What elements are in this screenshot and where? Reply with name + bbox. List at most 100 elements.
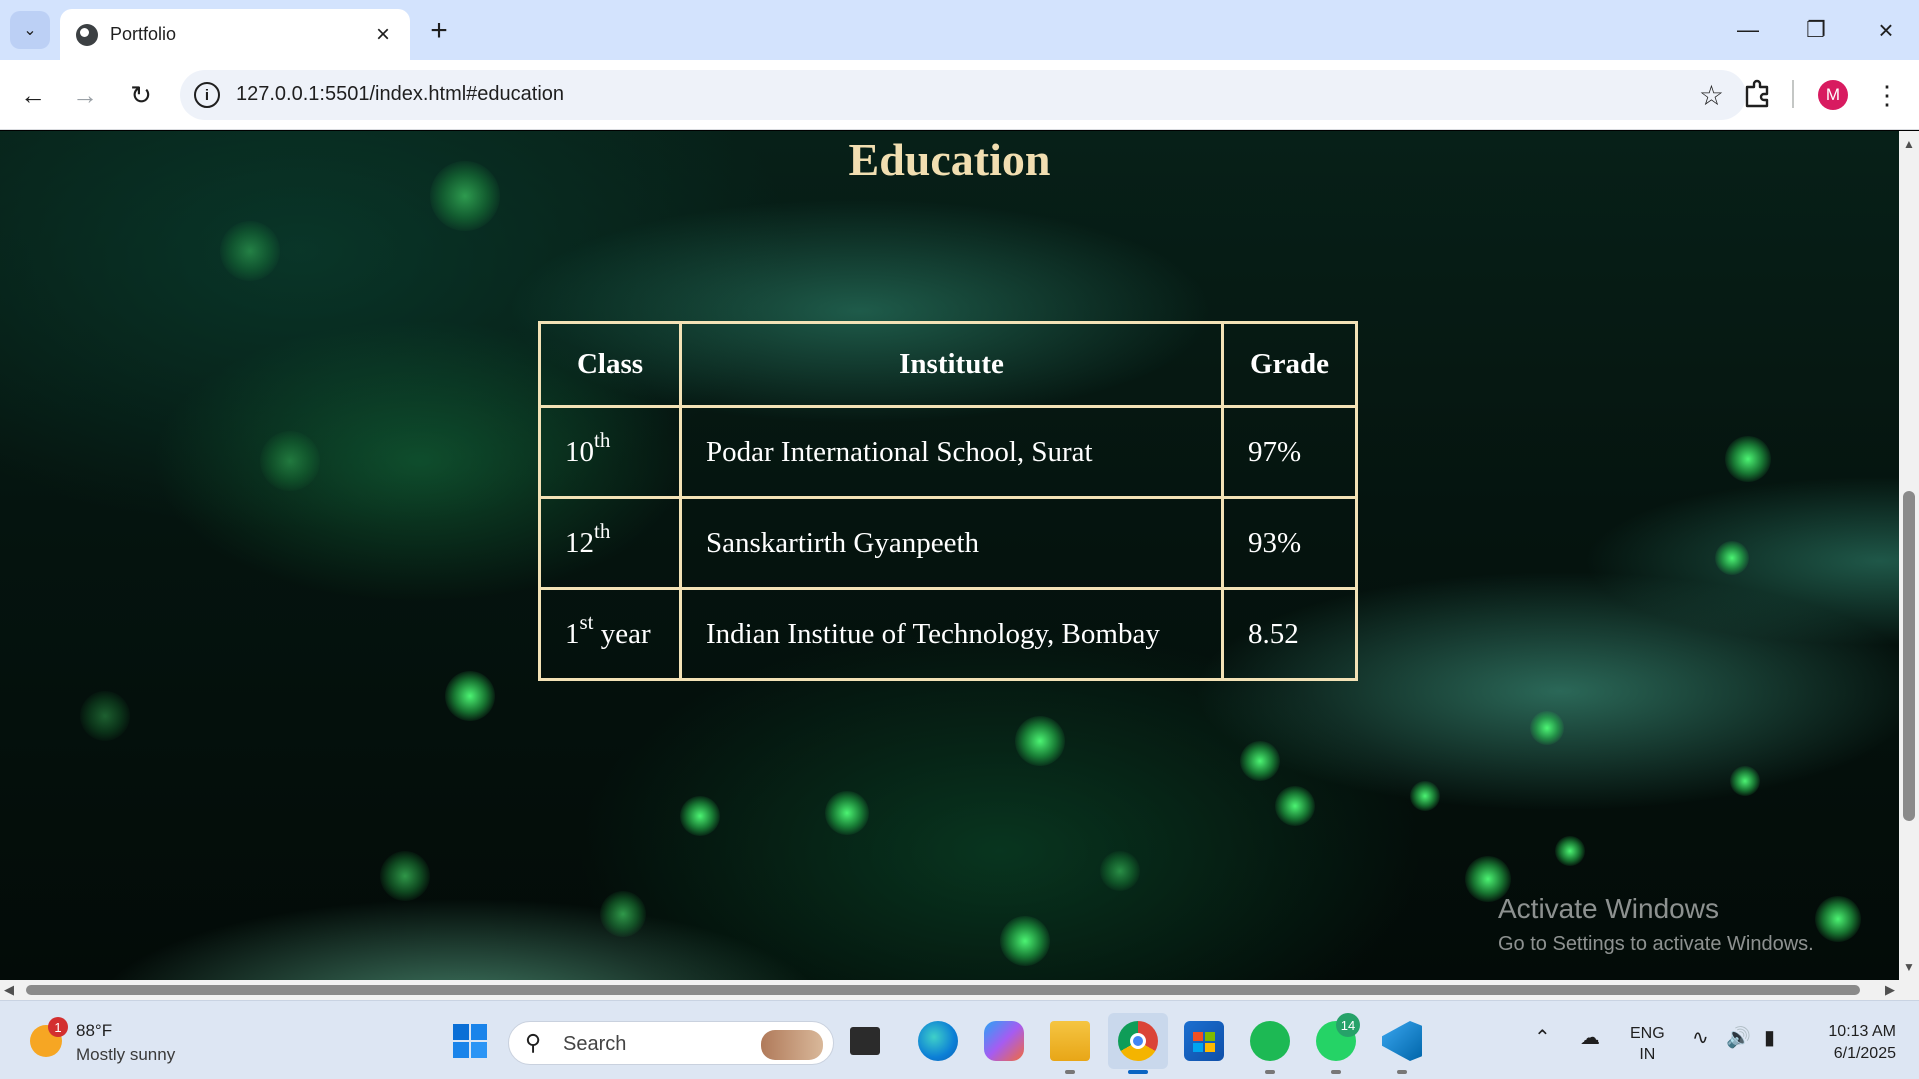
- class-ordinal: st: [579, 609, 594, 634]
- show-hidden-icons-chevron-icon[interactable]: ⌃: [1534, 1025, 1551, 1050]
- new-tab-button[interactable]: +: [422, 14, 456, 48]
- onedrive-cloud-icon[interactable]: ☁: [1580, 1025, 1600, 1050]
- close-tab-icon[interactable]: ×: [368, 20, 398, 50]
- table-header-row: Class Institute Grade: [538, 321, 1358, 408]
- reload-button[interactable]: ↻: [122, 76, 160, 114]
- back-button[interactable]: ←: [14, 76, 52, 114]
- chrome-center-icon: [1130, 1033, 1146, 1049]
- bokeh-light: [380, 851, 430, 901]
- menu-kebab-icon[interactable]: ⋮: [1872, 78, 1902, 112]
- weather-temperature: 88°F: [76, 1021, 113, 1040]
- file-explorer-icon[interactable]: [1050, 1021, 1090, 1061]
- scroll-right-arrow-icon[interactable]: ▶: [1885, 982, 1895, 998]
- bokeh-light: [80, 691, 130, 741]
- table-row: 12th Sanskartirth Gyanpeeth 93%: [538, 496, 1358, 590]
- weather-condition: Mostly sunny: [76, 1045, 176, 1064]
- wifi-icon[interactable]: ∿: [1692, 1025, 1709, 1050]
- column-header-institute: Institute: [679, 321, 1224, 408]
- class-number: 12: [565, 526, 594, 559]
- running-indicator: [1065, 1070, 1075, 1074]
- column-header-class: Class: [538, 321, 682, 408]
- system-clock[interactable]: 10:13 AM 6/1/2025: [1812, 1021, 1896, 1065]
- class-number: 10: [565, 435, 594, 468]
- scroll-up-arrow-icon[interactable]: ▲: [1903, 137, 1915, 151]
- region-code: IN: [1639, 1046, 1656, 1063]
- tab-title: Portfolio: [110, 24, 177, 44]
- search-highlight-image: [761, 1030, 823, 1060]
- restore-button[interactable]: ❐: [1786, 10, 1846, 50]
- bookmark-star-icon[interactable]: ☆: [1699, 79, 1724, 112]
- running-indicator: [1265, 1070, 1275, 1074]
- class-cell: 10th: [538, 405, 682, 499]
- address-bar[interactable]: i 127.0.0.1:5501/index.html#education ☆: [180, 70, 1746, 120]
- activate-windows-watermark: Activate Windows Go to Settings to activ…: [1498, 893, 1814, 956]
- running-indicator: [1128, 1070, 1148, 1074]
- taskbar-search-box[interactable]: ⚲ Search: [508, 1021, 834, 1065]
- grade-cell: 8.52: [1221, 587, 1358, 681]
- edge-browser-icon[interactable]: [918, 1021, 958, 1061]
- scroll-down-arrow-icon[interactable]: ▼: [1903, 960, 1915, 974]
- windows-start-icon[interactable]: [450, 1021, 490, 1061]
- class-ordinal: th: [594, 518, 611, 543]
- vscode-icon[interactable]: [1382, 1021, 1422, 1061]
- class-ordinal: th: [594, 427, 611, 452]
- vertical-scroll-thumb[interactable]: [1903, 491, 1915, 821]
- institute-cell: Indian Institue of Technology, Bombay: [679, 587, 1224, 681]
- copilot-icon[interactable]: [984, 1021, 1024, 1061]
- grade-cell: 93%: [1221, 496, 1358, 590]
- extensions-icon[interactable]: [1740, 76, 1774, 110]
- bokeh-light: [1275, 786, 1315, 826]
- globe-icon: [76, 23, 98, 46]
- bokeh-light: [825, 791, 869, 835]
- table-row: 10th Podar International School, Surat 9…: [538, 405, 1358, 499]
- bokeh-light: [1815, 896, 1861, 942]
- bokeh-light: [1000, 916, 1050, 966]
- volume-icon[interactable]: 🔊: [1726, 1025, 1751, 1050]
- tab-search-button[interactable]: ⌄: [10, 11, 50, 49]
- horizontal-scroll-thumb[interactable]: [26, 985, 1860, 995]
- bokeh-light: [1555, 836, 1585, 866]
- battery-icon[interactable]: ▮: [1764, 1025, 1775, 1050]
- grade-cell: 97%: [1221, 405, 1358, 499]
- whatsapp-unread-badge: 14: [1336, 1013, 1360, 1037]
- forward-button[interactable]: →: [66, 76, 104, 114]
- minimize-button[interactable]: —: [1718, 10, 1778, 50]
- bokeh-light: [1015, 716, 1065, 766]
- institute-cell: Sanskartirth Gyanpeeth: [679, 496, 1224, 590]
- store-tile-icon: [1193, 1043, 1203, 1052]
- chevron-down-icon: ⌄: [23, 22, 37, 39]
- bokeh-light: [680, 796, 720, 836]
- column-header-grade: Grade: [1221, 321, 1358, 408]
- class-number: 1: [565, 617, 580, 650]
- microsoft-store-icon[interactable]: [1184, 1021, 1224, 1061]
- class-cell: 1st year: [538, 587, 682, 681]
- task-view-icon[interactable]: [850, 1027, 880, 1055]
- class-suffix: year: [593, 617, 651, 650]
- horizontal-scrollbar[interactable]: ◀ ▶: [0, 980, 1919, 1000]
- clock-date: 6/1/2025: [1833, 1045, 1896, 1062]
- running-indicator: [1397, 1070, 1407, 1074]
- institute-cell: Podar International School, Surat: [679, 405, 1224, 499]
- close-window-button[interactable]: ×: [1856, 10, 1916, 50]
- spotify-icon[interactable]: [1250, 1021, 1290, 1061]
- scroll-left-arrow-icon[interactable]: ◀: [4, 982, 14, 998]
- weather-widget[interactable]: 1 88°F Mostly sunny: [28, 1015, 218, 1067]
- clock-time: 10:13 AM: [1828, 1023, 1896, 1040]
- education-table: Class Institute Grade 10th Podar Interna…: [538, 321, 1358, 681]
- tab-strip: ⌄ Portfolio × + — ❐ ×: [0, 0, 1919, 60]
- bokeh-light: [1725, 436, 1771, 482]
- class-cell: 12th: [538, 496, 682, 590]
- bokeh-light: [1410, 781, 1440, 811]
- bokeh-light: [1100, 851, 1140, 891]
- running-indicator: [1331, 1070, 1341, 1074]
- tab-portfolio[interactable]: Portfolio ×: [60, 9, 410, 60]
- bokeh-light: [445, 671, 495, 721]
- input-language-indicator[interactable]: ENG IN: [1630, 1023, 1665, 1065]
- weather-notification-badge: 1: [48, 1017, 68, 1037]
- profile-avatar[interactable]: M: [1818, 80, 1848, 110]
- site-info-icon[interactable]: i: [194, 82, 220, 108]
- vertical-scrollbar[interactable]: ▲ ▼: [1899, 131, 1919, 980]
- page-viewport: Education Class Institute Grade 10th Pod…: [0, 131, 1899, 980]
- chrome-icon[interactable]: [1118, 1021, 1158, 1061]
- url-text[interactable]: 127.0.0.1:5501/index.html#education: [236, 83, 564, 106]
